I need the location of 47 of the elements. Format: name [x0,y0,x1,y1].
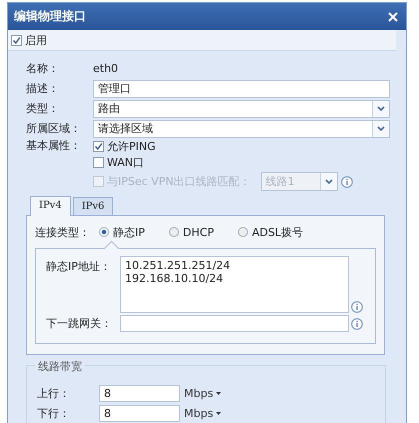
tab[interactable]: IPv4 [30,196,71,216]
window-title: 编辑物理接口 [14,8,86,25]
field-label: 下一跳网关： [46,316,113,331]
checkbox[interactable] [93,140,104,152]
group-title: 线路带宽 [35,359,85,374]
check-icon [94,142,103,150]
chevron-down-icon [377,126,385,131]
checkbox-label[interactable]: 启用 [25,32,47,48]
caret-icon [216,412,222,414]
field-label: 静态IP地址： [46,259,112,274]
checkbox[interactable] [11,34,22,46]
field-label: 上行： [37,386,71,400]
unit-dropdown[interactable]: Mbps [184,386,222,400]
caret-icon [216,392,222,394]
field-value: eth0 [93,62,118,75]
close-icon[interactable] [388,12,398,22]
info-icon[interactable] [340,176,353,188]
checkbox-label[interactable]: 允许PING [107,138,156,154]
unit-dropdown[interactable]: Mbps [184,406,222,420]
radio-button[interactable] [99,227,109,237]
field-label: 描述： [26,81,60,96]
text-area[interactable]: 10.251.251.251/24 192.168.10.10/24 [120,256,349,313]
dropdown[interactable]: 请选择区域 [93,120,390,138]
radio-button[interactable] [168,227,179,237]
checkbox[interactable] [93,156,104,168]
chevron-down-icon [324,179,333,184]
info-icon[interactable] [351,301,363,313]
chevron-down-icon [377,106,385,111]
text-field[interactable]: 管理口 [93,80,390,98]
radio-label[interactable]: DHCP [182,226,214,238]
check-icon [12,36,21,44]
radio-label[interactable]: ADSL拨号 [252,224,304,240]
text-field[interactable]: 8 [99,384,180,402]
field-label: 基本属性： [26,139,82,153]
radio-button[interactable] [238,227,248,237]
text-field[interactable] [120,315,349,332]
field-label: 名称： [26,61,60,76]
field-label: 连接类型： [35,224,91,240]
field-label: 所属区域： [26,121,82,136]
field-label: 下行： [37,406,71,420]
field-label: 类型： [26,101,60,116]
radio-label[interactable]: 静态IP [113,224,145,240]
checkbox-label[interactable]: WAN口 [107,154,144,170]
tab[interactable]: IPv6 [72,197,114,215]
dropdown[interactable]: 路由 [93,100,390,118]
info-icon[interactable] [351,318,363,330]
text-field[interactable]: 8 [99,404,180,422]
